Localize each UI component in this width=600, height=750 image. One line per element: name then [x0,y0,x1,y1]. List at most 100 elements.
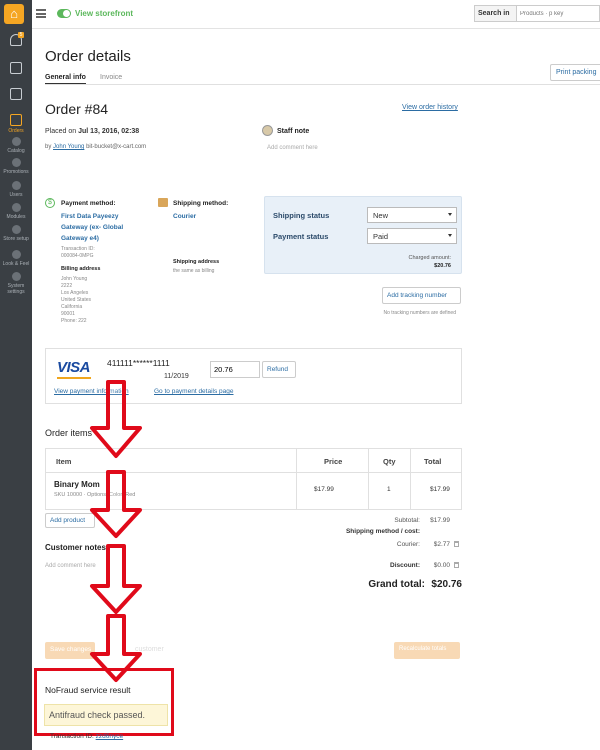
add-tracking-button[interactable]: Add tracking number [382,287,461,304]
sidebar-item-label: Orders [8,128,24,134]
tab-invoice[interactable]: Invoice [100,74,122,81]
grand-total-value: $20.76 [431,579,462,590]
by-prefix: by [45,144,52,150]
refund-amount-input[interactable] [210,361,260,378]
store-icon [10,62,22,74]
payment-transaction: Transaction ID: 000084-0MPG [61,246,95,260]
view-storefront-link[interactable]: View storefront [75,9,133,18]
storefront-icon[interactable] [0,62,32,76]
shipping-status-label: Shipping status [273,211,330,220]
payment-status-label: Payment status [273,232,329,241]
courier-value: $2.77 [433,541,450,548]
payment-status-value: Paid [373,232,389,241]
nofraud-title: NoFraud service result [45,685,131,695]
recalculate-totals-button[interactable]: Recalculate totals [394,642,460,659]
sidebar-item-label: Catalog [7,148,25,154]
no-tracking-text: No tracking numbers are defined [383,310,456,316]
refund-button[interactable]: Refund [262,361,296,378]
dollar-icon: $ [45,198,55,208]
billing-address: John Young 2222 Los Angeles United State… [61,276,91,325]
nofraud-transaction-label: Transaction ID: [50,733,94,740]
modules-icon [11,203,21,212]
staff-note-title: Staff note [277,128,310,135]
sidebar-item-promotions[interactable]: Promotions [0,158,32,175]
billing-line: 2222 [61,283,73,289]
visa-logo-icon: VISA [57,359,92,379]
tabs-divider [45,84,600,85]
discount-value: $0.00 [433,562,450,569]
column-header-qty: Qty [383,457,396,466]
sidebar-item-catalog[interactable]: Catalog [0,137,32,154]
customer-name-link[interactable]: John Young [53,144,84,150]
view-order-history-link[interactable]: View order history [402,104,458,111]
table-divider [410,448,411,510]
red-arrow-icon [90,380,142,458]
table-divider [368,448,369,510]
billing-line: 90001 [61,311,75,317]
sidebar-item-label: Users [9,192,23,198]
menu-icon[interactable] [36,9,46,18]
sidebar-item-modules[interactable]: Modules [0,203,32,220]
placed-date: Jul 13, 2016, 02:38 [78,128,140,135]
billing-line: John Young [61,276,88,282]
payment-details-link[interactable]: Go to payment details page [154,388,234,395]
add-icon[interactable] [0,88,32,102]
table-divider [296,448,297,510]
placed-prefix: Placed on [45,128,77,135]
staff-avatar-icon [262,125,273,136]
column-header-price: Price [324,457,343,466]
sidebar-item-users[interactable]: Users [0,181,32,198]
sidebar-item-system-settings[interactable]: System settings [0,272,32,295]
sidebar-item-look-and-feel[interactable]: Look & Feel [0,250,32,267]
orders-icon [10,114,22,126]
order-number: Order #84 [45,101,109,117]
column-header-item: Item [56,457,72,466]
users-icon [11,181,21,190]
order-placed-date: Placed on Jul 13, 2016, 02:38 [45,128,139,135]
nofraud-result: Antifraud check passed. [44,704,168,726]
edit-icon[interactable] [454,541,459,547]
item-qty[interactable]: 1 [387,486,391,493]
search-input[interactable] [516,5,600,22]
chevron-down-icon [448,213,452,216]
catalog-icon [11,137,21,146]
sidebar-item-label: Store setup [3,236,29,242]
billing-address-label: Billing address [61,266,101,272]
shipping-method-label: Shipping method: [173,200,229,207]
shipping-status-value: New [373,211,389,220]
charged-amount-value: $20.76 [434,263,451,269]
staff-note-input[interactable]: Add comment here [267,145,318,151]
edit-icon[interactable] [454,562,459,568]
customer-email: bit-bucket@x-cart.com [86,144,147,150]
print-packing-button[interactable]: Print packing [550,64,600,81]
xcart-logo-icon[interactable]: ⌂ [4,4,24,24]
order-customer: by John Young bit-bucket@x-cart.com [45,144,146,150]
shipping-status-select[interactable]: New [367,207,457,223]
look-and-feel-icon [11,250,21,259]
subtotal-label: Subtotal: [394,517,420,524]
billing-line: California [61,304,83,310]
payment-method-name[interactable]: First Data Payeezy Gateway (ex- Global G… [61,211,146,244]
sidebar-item-orders[interactable]: Orders [0,114,32,134]
payment-status-select[interactable]: Paid [367,228,457,244]
system-settings-icon [11,272,21,281]
shipping-cost-label: Shipping method / cost: [345,528,420,535]
order-items-title: Order items [45,428,93,438]
subtotal-value: $17.99 [430,517,450,524]
card-number: 411111******1111 [107,358,170,368]
shipping-method-name[interactable]: Courier [173,213,196,220]
transaction-id: 000084-0MPG [61,253,94,259]
storefront-toggle[interactable] [57,9,71,18]
search-in-dropdown[interactable]: Search in [474,5,516,22]
card-expiry: 11/2019 [164,373,189,380]
red-arrow-icon [90,470,142,538]
page-title: Order details [45,48,131,65]
shipping-address-label: Shipping address [173,259,220,265]
nofraud-transaction-link[interactable]: zzd6nyce [96,733,123,740]
courier-label: Courier: [396,541,420,548]
chevron-down-icon [448,234,452,237]
sidebar-item-store-setup[interactable]: Store setup [0,225,32,242]
notifications-bell-icon[interactable]: 5 [0,32,32,48]
payment-method-label: Payment method: [61,200,116,207]
sidebar-item-label: Modules [6,214,26,220]
